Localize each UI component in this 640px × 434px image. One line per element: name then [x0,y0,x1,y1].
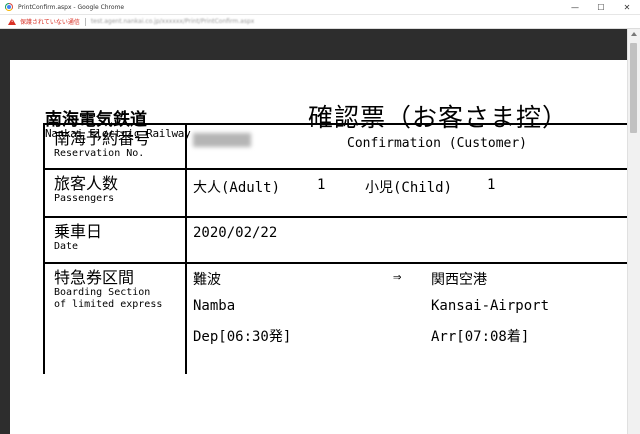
departure-station-en: Namba [193,298,236,314]
child-count: 1 [487,177,496,193]
date-label-cell: 乗車日 Date [45,218,187,262]
maximize-button[interactable]: ☐ [588,0,614,14]
reservation-number-redacted [193,133,251,147]
date-label-en: Date [54,241,79,252]
reservation-label-en: Reservation No. [54,148,145,159]
table-row-reservation: 南海予約番号 Reservation No. [45,125,633,170]
reservation-label-jp: 南海予約番号 [54,129,151,148]
close-button[interactable]: ✕ [614,0,640,14]
minimize-button[interactable]: — [562,0,588,14]
adult-label: 大人(Adult) [193,180,281,196]
adult-count: 1 [317,177,326,193]
arrival-station-jp: 関西空港 [431,272,487,288]
reservation-value-cell [187,125,633,168]
passengers-label-jp: 旅客人数 [54,174,119,193]
window-controls: — ☐ ✕ [562,0,640,14]
section-label-cell: 特急券区間 Boarding Section of limited expres… [45,264,187,374]
scroll-up-arrow-icon[interactable] [631,32,637,36]
table-row-passengers: 旅客人数 Passengers 大人(Adult) 1 小児(Child) 1 [45,170,633,218]
passengers-label-cell: 旅客人数 Passengers [45,170,187,216]
table-row-date: 乗車日 Date 2020/02/22 [45,218,633,264]
table-row-section: 特急券区間 Boarding Section of limited expres… [45,264,633,374]
address-bar[interactable]: 保護されていない通信 test.agent.nankai.co.jp/xxxxx… [0,15,640,29]
passengers-value-cell: 大人(Adult) 1 小児(Child) 1 [187,170,633,216]
child-label: 小児(Child) [365,180,453,196]
section-label-jp: 特急券区間 [54,268,135,287]
window-title-bar: PrintConfirm.aspx - Google Chrome — ☐ ✕ [0,0,640,15]
chrome-logo-icon [5,3,13,11]
arrival-station-en: Kansai-Airport [431,298,550,314]
passengers-label-en: Passengers [54,193,115,204]
departure-station-jp: 難波 [193,272,221,288]
scrollbar-thumb[interactable] [630,43,637,133]
section-label-en-1: Boarding Section [54,287,151,298]
security-status[interactable]: 保護されていない通信 [20,17,80,26]
reservation-label-cell: 南海予約番号 Reservation No. [45,125,187,168]
date-value-cell: 2020/02/22 [187,218,633,262]
address-separator [84,17,86,26]
section-value-cell: 難波 ⇒ 関西空港 Namba Kansai-Airport Dep[06:30… [187,264,633,374]
section-label-en-2: of limited express [54,299,163,310]
warning-icon[interactable] [8,18,16,25]
arrow-icon: ⇒ [393,269,402,285]
url-text[interactable]: test.agent.nankai.co.jp/xxxxxx/Print/Pri… [91,18,255,25]
arrival-time: Arr[07:08着] [431,329,530,345]
date-value: 2020/02/22 [193,225,278,241]
confirmation-table: 南海予約番号 Reservation No. 旅客人数 Passengers 大… [43,123,633,374]
departure-time: Dep[06:30発] [193,329,292,345]
date-label-jp: 乗車日 [54,222,103,241]
window-title: PrintConfirm.aspx - Google Chrome [18,3,125,11]
vertical-scrollbar[interactable] [627,29,640,434]
